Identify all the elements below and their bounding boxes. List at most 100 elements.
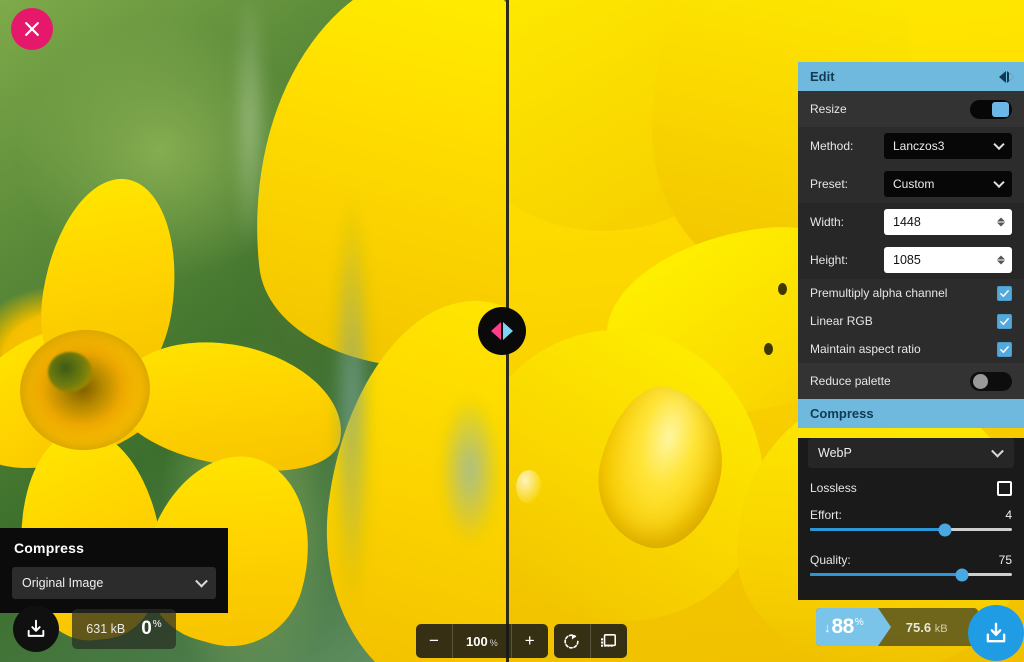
lossless-label: Lossless bbox=[810, 481, 857, 495]
compress-panel-header: Compress bbox=[798, 399, 1024, 428]
arrow-left-icon bbox=[491, 322, 501, 340]
decor-speck bbox=[778, 283, 787, 295]
chevron-down-icon bbox=[195, 574, 208, 588]
chevron-down-icon bbox=[993, 138, 1005, 151]
original-image-select[interactable]: Original Image bbox=[12, 567, 216, 599]
zoom-in-button[interactable]: + bbox=[512, 624, 548, 658]
effort-slider-row: Effort: 4 bbox=[798, 502, 1024, 547]
linear-rgb-label: Linear RGB bbox=[810, 314, 873, 328]
collapse-panel-button[interactable] bbox=[999, 70, 1014, 83]
rotate-button[interactable] bbox=[554, 624, 590, 658]
left-panel-title: Compress bbox=[14, 540, 85, 556]
compression-ratio: ↓ 88 % bbox=[816, 608, 891, 646]
rotate-icon bbox=[564, 633, 579, 649]
triangle-left-icon bbox=[999, 70, 1006, 83]
premultiply-alpha-checkbox[interactable] bbox=[997, 285, 1012, 301]
effort-slider-fill bbox=[810, 528, 946, 531]
zoom-level-value: 100 bbox=[466, 633, 488, 649]
compare-slider-handle[interactable] bbox=[478, 307, 526, 355]
preset-select-value: Custom bbox=[893, 177, 935, 191]
toggle-knob bbox=[992, 101, 1009, 117]
reduce-palette-label: Reduce palette bbox=[810, 374, 891, 388]
decor-petal bbox=[0, 300, 185, 490]
reduce-palette-toggle[interactable] bbox=[970, 371, 1012, 391]
original-percent-value: 0 bbox=[141, 618, 152, 639]
original-percent-unit: % bbox=[152, 618, 162, 630]
effort-head: Effort: 4 bbox=[810, 502, 1012, 528]
resize-toggle-row: Resize bbox=[798, 91, 1024, 127]
reduce-palette-row: Reduce palette bbox=[798, 363, 1024, 399]
method-select[interactable]: Lanczos3 bbox=[884, 133, 1012, 159]
height-row: Height: 1085 bbox=[798, 241, 1024, 279]
format-select[interactable]: WebP bbox=[808, 438, 1014, 468]
zoom-control-group: − 100 % + bbox=[416, 624, 548, 658]
decor-dewdrop bbox=[516, 470, 542, 504]
height-stepper[interactable] bbox=[997, 255, 1005, 265]
original-size-badge: 631 kB 0% bbox=[72, 609, 176, 649]
zoom-toolbar: − 100 % + bbox=[416, 624, 627, 658]
download-icon bbox=[986, 622, 1006, 643]
close-button[interactable] bbox=[11, 8, 53, 50]
left-mode-select-wrap: Original Image bbox=[0, 567, 228, 599]
format-select-value: WebP bbox=[818, 446, 852, 460]
method-label: Method: bbox=[810, 139, 854, 153]
edit-panel-body: Resize Method: Lanczos3 Preset: Custom W… bbox=[798, 91, 1024, 399]
quality-head: Quality: 75 bbox=[810, 547, 1012, 573]
triangle-right-icon bbox=[1007, 70, 1014, 83]
quality-slider-row: Quality: 75 bbox=[798, 547, 1024, 592]
compression-ratio-unit: % bbox=[854, 617, 864, 628]
original-image-select-value: Original Image bbox=[22, 576, 104, 590]
premultiply-alpha-row: Premultiply alpha channel bbox=[798, 279, 1024, 307]
effort-slider[interactable] bbox=[810, 523, 1012, 536]
zoom-out-button[interactable]: − bbox=[416, 624, 452, 658]
effort-label: Effort: bbox=[810, 508, 842, 522]
stepper-down-icon bbox=[997, 222, 1005, 227]
width-input[interactable]: 1448 bbox=[884, 209, 1012, 235]
height-input[interactable]: 1085 bbox=[884, 247, 1012, 273]
method-select-value: Lanczos3 bbox=[893, 139, 945, 153]
check-icon bbox=[1000, 289, 1009, 297]
chevron-down-icon bbox=[991, 444, 1004, 458]
method-row: Method: Lanczos3 bbox=[798, 127, 1024, 165]
original-percent: 0% bbox=[141, 618, 161, 640]
lossless-checkbox[interactable] bbox=[997, 480, 1012, 496]
fit-to-screen-button[interactable] bbox=[591, 624, 627, 658]
compressed-file-size-value: 75.6 bbox=[905, 619, 932, 635]
quality-slider[interactable] bbox=[810, 568, 1012, 581]
compressed-result-badge: ↓ 88 % 75.6 kB bbox=[816, 605, 1024, 661]
fit-to-screen-icon bbox=[601, 633, 617, 647]
edit-panel-header: Edit bbox=[798, 62, 1024, 91]
effort-slider-thumb[interactable] bbox=[938, 523, 952, 536]
arrow-down-icon: ↓ bbox=[824, 619, 831, 635]
zoom-level-display[interactable]: 100 % bbox=[453, 634, 511, 649]
decor-speck bbox=[764, 343, 773, 355]
resize-toggle[interactable] bbox=[970, 99, 1012, 119]
compressed-file-size: 75.6 kB bbox=[906, 620, 948, 635]
height-label: Height: bbox=[810, 253, 849, 267]
lossless-row: Lossless bbox=[798, 474, 1024, 502]
chevron-down-icon bbox=[993, 176, 1005, 189]
effort-value: 4 bbox=[1005, 508, 1012, 522]
toggle-knob bbox=[973, 373, 988, 389]
preset-select[interactable]: Custom bbox=[884, 171, 1012, 197]
quality-label: Quality: bbox=[810, 553, 851, 567]
decor-petal bbox=[306, 285, 506, 662]
download-original-button[interactable] bbox=[13, 606, 59, 652]
width-stepper[interactable] bbox=[997, 217, 1005, 227]
height-input-value: 1085 bbox=[893, 253, 921, 267]
download-compressed-button[interactable] bbox=[968, 605, 1024, 661]
width-input-value: 1448 bbox=[893, 215, 921, 229]
maintain-aspect-ratio-checkbox[interactable] bbox=[997, 341, 1012, 357]
download-icon bbox=[27, 619, 45, 637]
width-row: Width: 1448 bbox=[798, 203, 1024, 241]
stepper-up-icon bbox=[997, 255, 1005, 260]
decor-petal bbox=[105, 322, 355, 488]
linear-rgb-checkbox[interactable] bbox=[997, 313, 1012, 329]
stepper-up-icon bbox=[997, 217, 1005, 222]
linear-rgb-row: Linear RGB bbox=[798, 307, 1024, 335]
maintain-aspect-ratio-label: Maintain aspect ratio bbox=[810, 342, 921, 356]
quality-slider-thumb[interactable] bbox=[955, 568, 968, 581]
result-bar: ↓ 88 % 75.6 kB bbox=[816, 608, 978, 646]
quality-value: 75 bbox=[998, 553, 1012, 567]
width-label: Width: bbox=[810, 215, 845, 229]
